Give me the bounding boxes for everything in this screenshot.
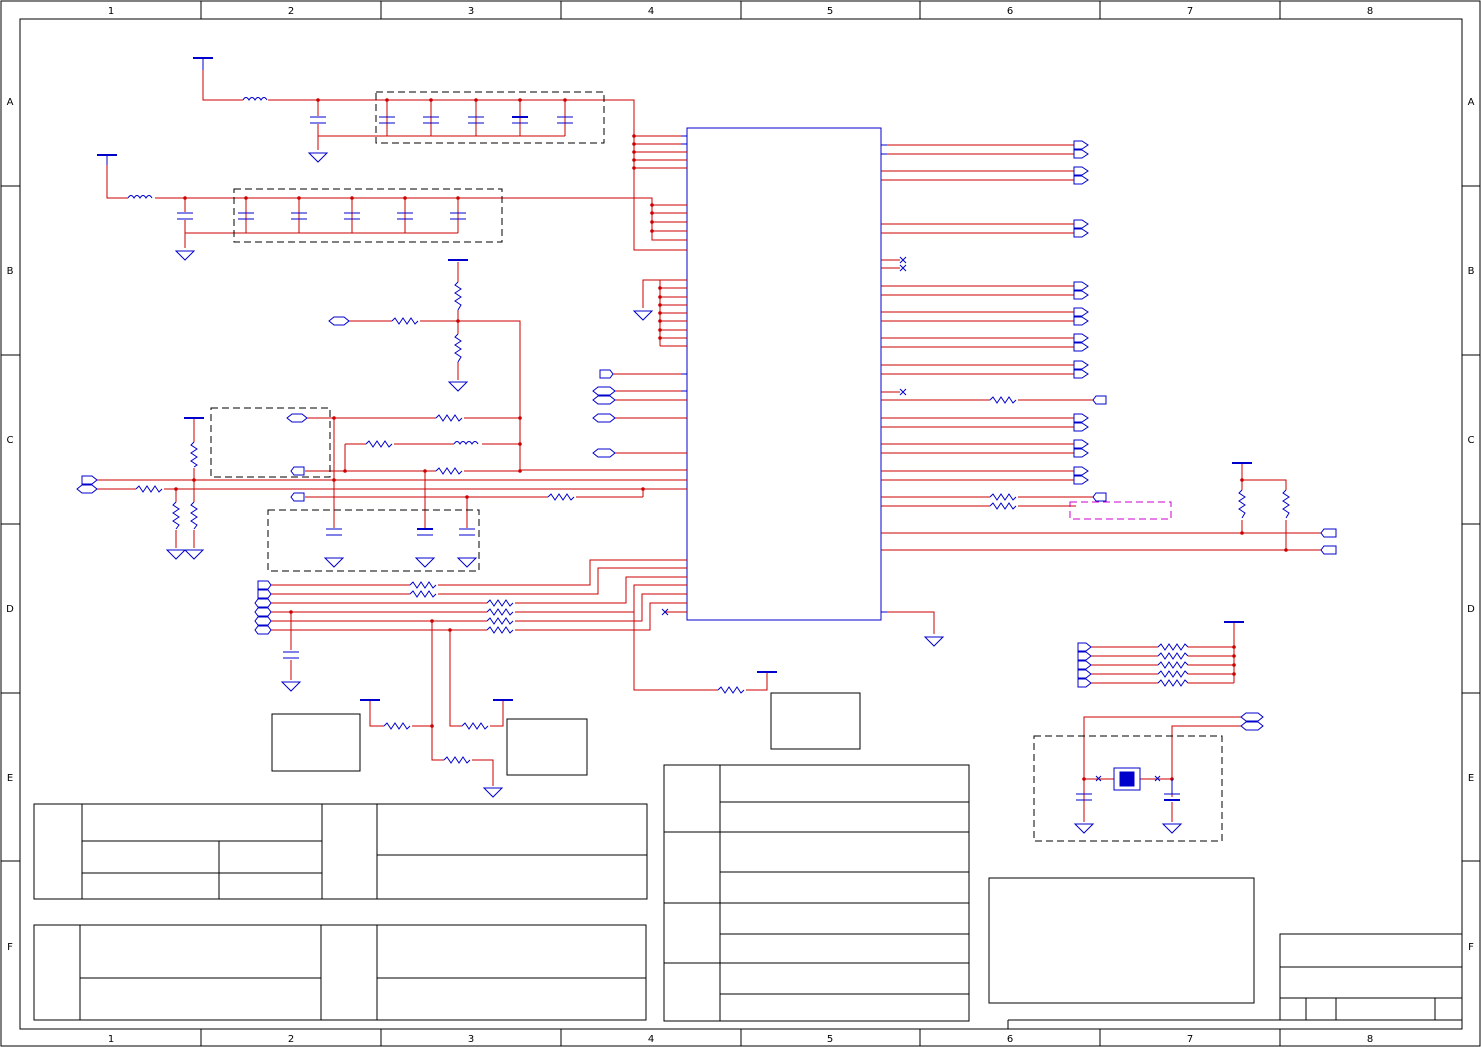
row-label: E [7,773,13,784]
dashed-groups [210,91,1223,842]
col-label: 7 [1187,6,1193,17]
note-table-1 [33,803,648,900]
main-ic-body [686,127,882,621]
col-label: 1 [108,1034,114,1045]
col-label: 3 [468,6,474,17]
col-label: 2 [288,6,294,17]
schematic-sheet: 1 2 3 4 5 6 7 8 1 2 3 4 5 6 7 8 A B C D … [0,0,1481,1047]
row-label: D [1467,604,1475,615]
col-label: 4 [648,1034,654,1045]
row-label: B [7,266,14,277]
row-label: A [1468,97,1475,108]
col-label: 2 [288,1034,294,1045]
title-block [1007,933,1463,1029]
sheet-frame [0,0,1481,1047]
note-boxes [271,692,1255,1004]
col-label: 3 [468,1034,474,1045]
note-table-2 [33,924,647,1021]
row-label: B [1468,266,1475,277]
row-label: F [7,942,13,953]
row-label: E [1468,773,1474,784]
wires [95,58,1324,822]
col-label: 8 [1367,6,1373,17]
col-label: 5 [827,6,833,17]
highlight-group [1069,501,1172,520]
row-label: A [7,97,14,108]
ports [76,140,1337,731]
col-label: 1 [108,6,114,17]
junctions [174,98,1288,781]
row-label: C [1468,435,1475,446]
row-label: F [1468,942,1474,953]
note-table-3 [663,764,970,1022]
col-label: 6 [1007,1034,1013,1045]
col-label: 8 [1367,1034,1373,1045]
row-labels-left: A B C D E F [6,97,14,953]
col-label: 6 [1007,6,1013,17]
row-labels-right: A B C D E F [1467,97,1475,953]
row-label: C [7,435,14,446]
col-label: 5 [827,1034,833,1045]
col-label: 7 [1187,1034,1193,1045]
col-label: 4 [648,6,654,17]
row-label: D [6,604,14,615]
